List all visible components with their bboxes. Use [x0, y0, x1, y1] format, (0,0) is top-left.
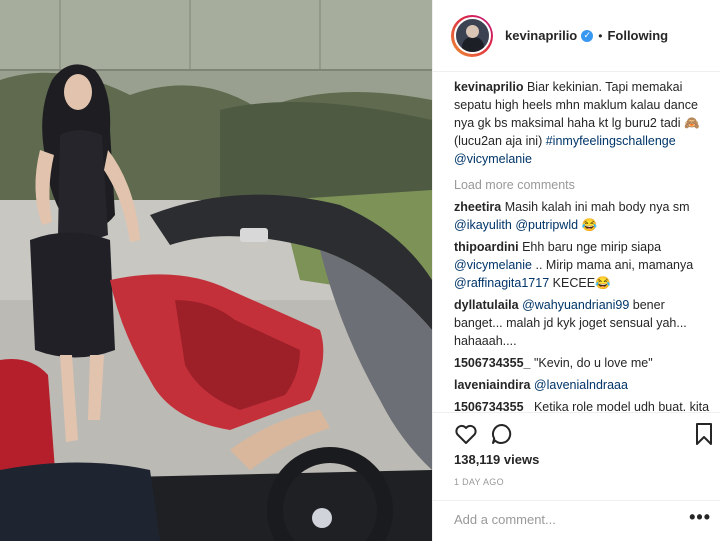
- comment-mention[interactable]: @lavenialndraaa: [534, 378, 628, 392]
- verified-badge-icon: ✓: [581, 29, 594, 42]
- comment-item: dyllatulaila @wahyuandriani99 bener bang…: [454, 296, 711, 350]
- add-comment-bar: Add a comment... •••: [433, 500, 720, 541]
- post-media-video[interactable]: [0, 0, 432, 541]
- post-timestamp: 1 DAY AGO: [454, 477, 504, 487]
- caption-hashtag[interactable]: #inmyfeelingschallenge: [546, 134, 676, 148]
- comment-text: "Kevin, do u love me": [533, 356, 653, 370]
- post-actions-section: 138,119 views 1 DAY AGO Add a comment...…: [433, 412, 720, 541]
- comment-icon[interactable]: [490, 422, 514, 449]
- comment-item: 1506734355_ Ketika role model udh buat, …: [454, 398, 711, 411]
- comment-mention[interactable]: @ikayulith: [454, 218, 512, 232]
- action-icons-row: [454, 422, 714, 449]
- comment-mention[interactable]: @wahyuandriani99: [522, 298, 629, 312]
- comment-text: .. Mirip mama ani, mamanya: [535, 258, 694, 272]
- avatar-story-ring[interactable]: [451, 14, 493, 57]
- comment-text: Ehh baru nge mirip siapa: [522, 240, 662, 254]
- comment-text: KECEE😂: [552, 276, 611, 290]
- caption-mention[interactable]: @vicymelanie: [454, 152, 532, 166]
- post-header: kevinaprilio ✓ • Following: [433, 0, 720, 72]
- comment-item: zheetira Masih kalah ini mah body nya sm…: [454, 198, 711, 234]
- comment-mention[interactable]: @vicymelanie: [454, 258, 532, 272]
- comment-username[interactable]: zheetira: [454, 200, 501, 214]
- view-count[interactable]: 138,119 views: [454, 452, 539, 467]
- comments-list: kevinaprilio Biar kekinian. Tapi memakai…: [454, 78, 711, 411]
- comment-username[interactable]: laveniaindira: [454, 378, 530, 392]
- comment-username[interactable]: 1506734355_: [454, 356, 530, 370]
- comment-username[interactable]: 1506734355_: [454, 400, 530, 411]
- following-button[interactable]: Following: [607, 28, 668, 43]
- post-details-panel: kevinaprilio ✓ • Following kevinaprilio …: [432, 0, 720, 541]
- comment-username[interactable]: dyllatulaila: [454, 298, 519, 312]
- username-link[interactable]: kevinaprilio: [505, 28, 577, 43]
- avatar[interactable]: [453, 17, 491, 54]
- comment-text: Masih kalah ini mah body nya sm: [504, 200, 690, 214]
- comment-item: thipoardini Ehh baru nge mirip siapa @vi…: [454, 238, 711, 292]
- add-comment-input[interactable]: Add a comment...: [454, 512, 556, 527]
- bookmark-icon[interactable]: [694, 422, 714, 449]
- comment-item: laveniaindira @lavenialndraaa: [454, 376, 711, 394]
- comment-username[interactable]: thipoardini: [454, 240, 519, 254]
- video-frame: [0, 0, 432, 541]
- comment-mention[interactable]: @putripwld: [515, 218, 578, 232]
- load-more-comments-link[interactable]: Load more comments: [454, 176, 711, 194]
- separator-dot: •: [598, 28, 603, 43]
- caption: kevinaprilio Biar kekinian. Tapi memakai…: [454, 78, 711, 168]
- comment-emoji: 😂: [581, 218, 598, 232]
- heart-icon[interactable]: [454, 422, 478, 449]
- comment-mention[interactable]: @raffinagita1717: [454, 276, 549, 290]
- comment-item: 1506734355_ "Kevin, do u love me": [454, 354, 711, 372]
- more-options-button[interactable]: •••: [689, 507, 711, 528]
- caption-username[interactable]: kevinaprilio: [454, 80, 523, 94]
